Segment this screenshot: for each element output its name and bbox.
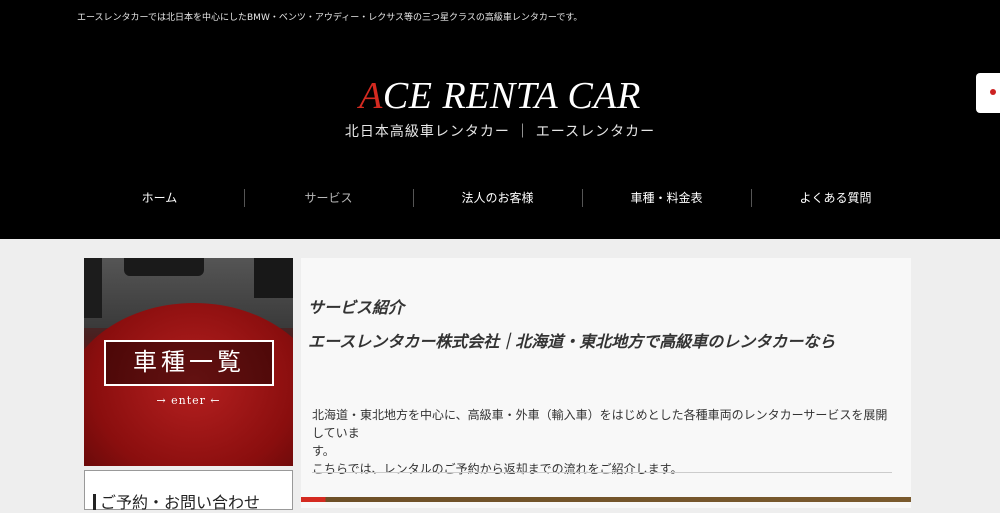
side-floating-tab[interactable] — [976, 73, 1000, 113]
site-header: エースレンタカーでは北日本を中心にしたBMW・ベンツ・アウディー・レクサス等の三… — [0, 0, 1000, 239]
contact-label-wrap: ご予約・お問い合わせ — [93, 489, 260, 513]
intro-paragraph: 北海道・東北地方を中心に、高級車・外車（輸入車）をはじめとした各種車両のレンタカ… — [312, 406, 897, 478]
content-divider — [312, 472, 892, 473]
logo-text: CE RENTA CAR — [382, 75, 641, 117]
banner-photo-car — [254, 258, 293, 298]
nav-item-faq[interactable]: よくある質問 — [751, 187, 920, 209]
vehicle-list-banner[interactable]: 車種一覧 → enter ← — [84, 258, 293, 466]
main-nav: ホーム サービス 法人のお客様 車種・料金表 よくある質問 — [75, 187, 920, 209]
page-title: サービス紹介 — [308, 298, 405, 317]
site-subtitle: 北日本高級車レンタカー ｜ エースレンタカー — [344, 124, 656, 140]
intro-line: こちらでは、レンタルのご予約から返却までの流れをご紹介します。 — [312, 462, 683, 476]
next-section-image-edge — [301, 497, 911, 502]
contact-bar-icon — [93, 494, 96, 510]
nav-item-home[interactable]: ホーム — [75, 187, 244, 209]
contact-label: ご予約・お問い合わせ — [100, 493, 261, 512]
site-logo[interactable]: ACE RENTA CAR — [0, 74, 1000, 118]
header-tagline: エースレンタカーでは北日本を中心にしたBMW・ベンツ・アウディー・レクサス等の三… — [77, 13, 583, 23]
nav-item-models-pricing[interactable]: 車種・料金表 — [582, 187, 751, 209]
page-subtitle: エースレンタカー株式会社｜北海道・東北地方で高級車のレンタカーなら — [308, 332, 836, 351]
logo-accent-letter: A — [359, 75, 383, 117]
main-content: サービス紹介 エースレンタカー株式会社｜北海道・東北地方で高級車のレンタカーなら… — [301, 258, 911, 508]
banner-photo-car — [84, 258, 102, 318]
banner-enter-label: → enter ← — [156, 394, 221, 407]
intro-line: す。 — [312, 444, 335, 458]
nav-item-service[interactable]: サービス — [244, 187, 413, 209]
contact-button[interactable]: ご予約・お問い合わせ — [84, 470, 293, 513]
intro-line: 北海道・東北地方を中心に、高級車・外車（輸入車）をはじめとした各種車両のレンタカ… — [312, 408, 888, 440]
banner-title: 車種一覧 — [133, 348, 245, 376]
red-dot-icon — [990, 89, 996, 95]
nav-item-corporate[interactable]: 法人のお客様 — [413, 187, 582, 209]
banner-photo-car — [124, 258, 204, 276]
